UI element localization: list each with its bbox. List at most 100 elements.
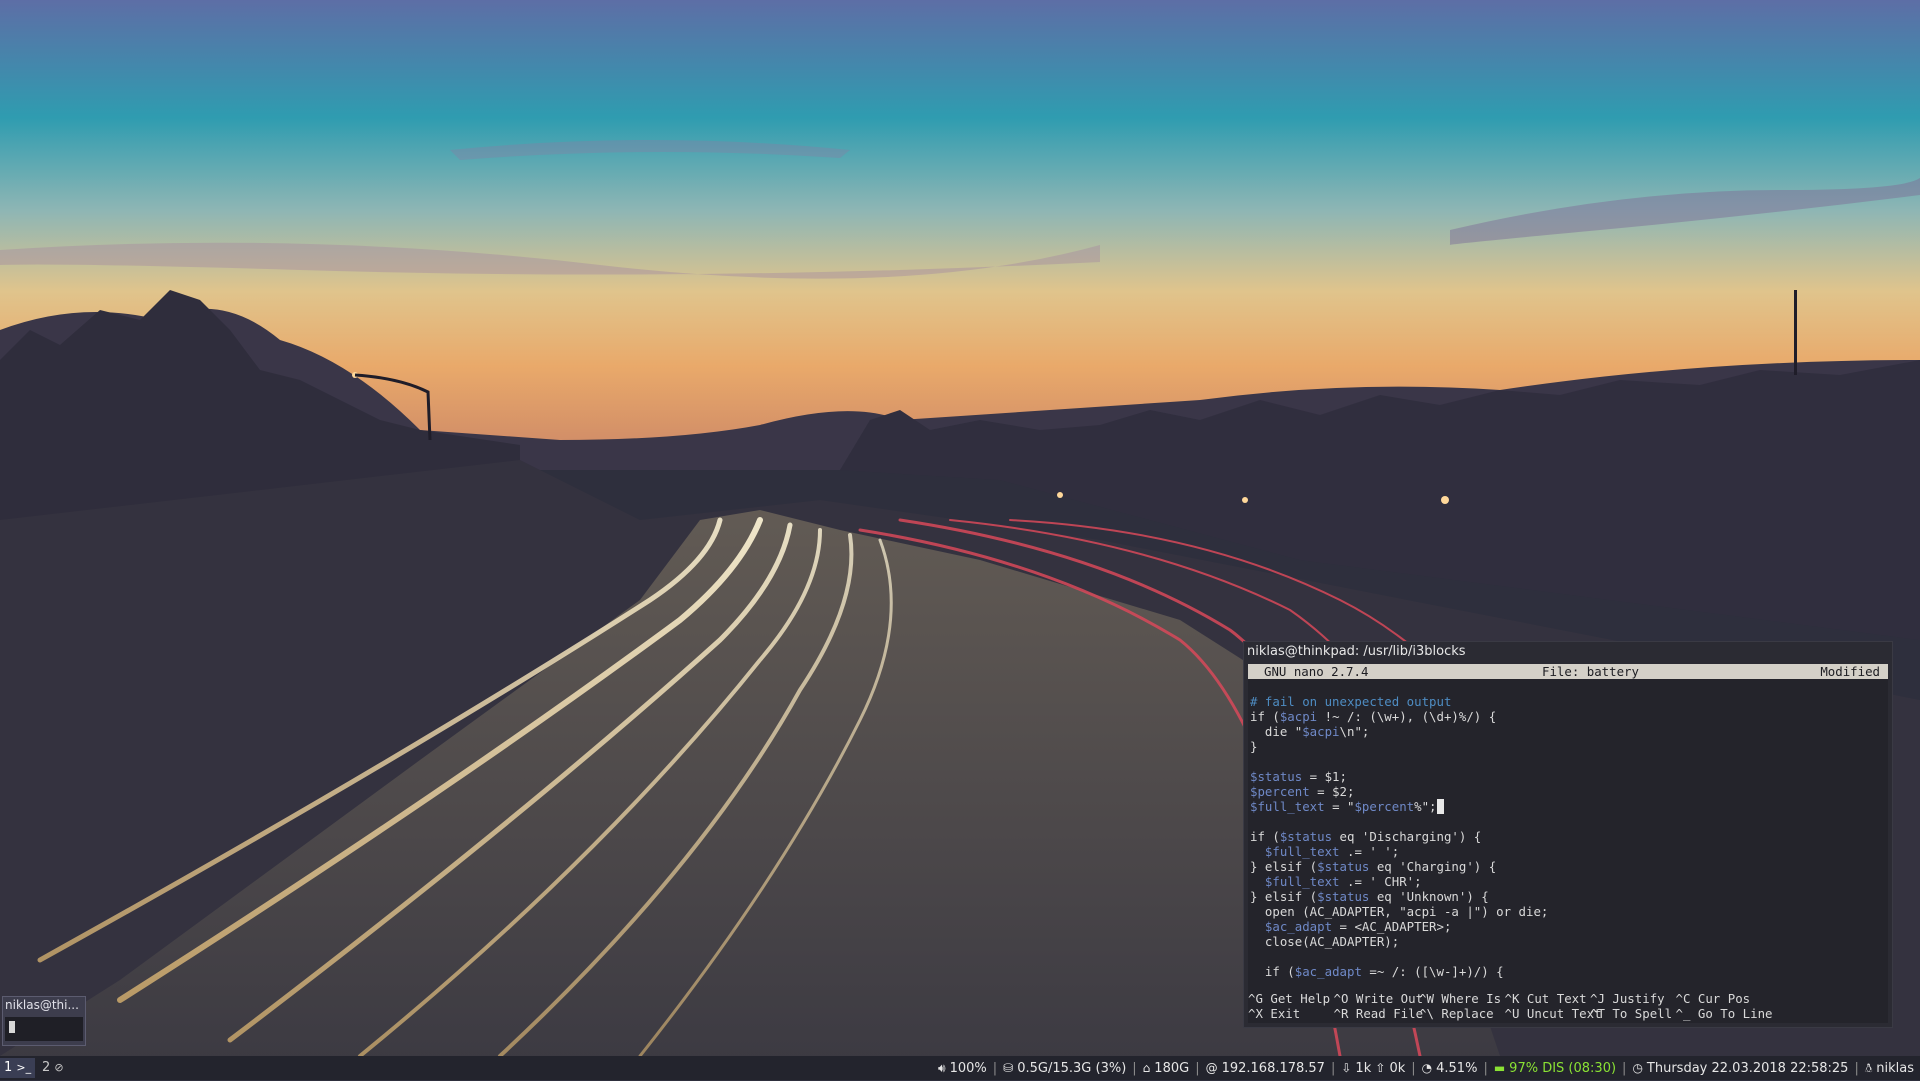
separator: | bbox=[992, 1061, 998, 1076]
code-line: $ac_adapt = <AC_ADAPTER>; bbox=[1264, 919, 1452, 934]
memory-value: 0.5G/15.3G (3%) bbox=[1017, 1061, 1127, 1076]
shortcut-item: ^J Justify bbox=[1590, 991, 1665, 1006]
battery-icon: ▬ bbox=[1493, 1061, 1506, 1075]
mini-terminal-window[interactable]: niklas@thi... bbox=[2, 996, 86, 1046]
shortcut-label: Where Is bbox=[1441, 991, 1502, 1006]
dashboard-icon: ◔ bbox=[1421, 1061, 1433, 1075]
code-line: $percent = $2; bbox=[1250, 784, 1355, 799]
memory-icon: ⛁ bbox=[1003, 1061, 1014, 1075]
upload-value: 0k bbox=[1389, 1061, 1406, 1076]
disk-block: ⌂ 180G bbox=[1143, 1056, 1190, 1081]
memory-block: ⛁ 0.5G/15.3G (3%) bbox=[1003, 1056, 1126, 1081]
ip-block: @192.168.178.57 bbox=[1206, 1056, 1325, 1081]
workspace-number: 2 bbox=[42, 1060, 51, 1075]
code-line: if ($ac_adapt =~ /: ([\w-]+)/) { bbox=[1250, 964, 1504, 979]
text-cursor bbox=[1436, 799, 1444, 814]
cpu-block: ◔ 4.51% bbox=[1422, 1056, 1478, 1081]
ip-value: 192.168.178.57 bbox=[1221, 1061, 1325, 1076]
shortcut-key: ^_ bbox=[1675, 1006, 1691, 1021]
shortcut-key: ^\ bbox=[1419, 1006, 1434, 1021]
code-line: $full_text .= ' '; bbox=[1264, 844, 1400, 859]
shortcut-key: ^W bbox=[1419, 991, 1434, 1006]
shortcut-item: ^W Where Is bbox=[1419, 991, 1501, 1006]
download-value: 1k bbox=[1355, 1061, 1372, 1076]
shortcut-key: ^C bbox=[1675, 991, 1691, 1006]
shortcut-label: Exit bbox=[1270, 1006, 1301, 1021]
separator: | bbox=[1411, 1061, 1416, 1076]
shortcut-label: Read File bbox=[1355, 1006, 1424, 1021]
at-icon: @ bbox=[1205, 1061, 1218, 1075]
shortcut-label: Cur Pos bbox=[1697, 991, 1751, 1006]
datetime-block[interactable]: ◷ Thursday 22.03.2018 22:58:25 bbox=[1632, 1056, 1848, 1081]
nano-shortcut-bar: ^G Get Help ^O Write Out ^W Where Is ^K Cut… bbox=[1248, 991, 1888, 1023]
nano-modified-flag: Modified bbox=[1820, 664, 1880, 679]
user-block: 🐧︎ niklas bbox=[1865, 1056, 1914, 1081]
nano-file-label: File: battery bbox=[1542, 664, 1639, 679]
code-line: if ($acpi !~ /: (\w+), (\d+)%/) { bbox=[1250, 709, 1497, 724]
code-line: if ($status eq 'Discharging') { bbox=[1250, 829, 1482, 844]
terminal-title: niklas@thinkpad: /usr/lib/i3blocks bbox=[1244, 642, 1892, 662]
separator: | bbox=[1330, 1061, 1336, 1076]
terminal-window[interactable]: niklas@thinkpad: /usr/lib/i3blocks GNU n… bbox=[1243, 641, 1893, 1028]
clock-icon: ◷ bbox=[1632, 1061, 1643, 1075]
code-line: close(AC_ADAPTER); bbox=[1250, 934, 1400, 949]
shortcut-label: Get Help bbox=[1270, 991, 1331, 1006]
shortcut-item: ^T To Spell bbox=[1590, 1006, 1672, 1021]
shortcut-label: Replace bbox=[1441, 1006, 1494, 1021]
shortcut-key: ^J bbox=[1590, 991, 1605, 1006]
nano-header: GNU nano 2.7.4 File: battery Modified bbox=[1248, 664, 1888, 679]
separator: | bbox=[1622, 1061, 1627, 1076]
shortcut-item: ^X Exit bbox=[1248, 1006, 1300, 1021]
linux-icon: 🐧︎ bbox=[1864, 1061, 1873, 1075]
shortcut-key: ^R bbox=[1333, 1006, 1349, 1021]
code-area[interactable]: # fail on unexpected output if ($acpi !~ … bbox=[1250, 694, 1888, 979]
nano-version: GNU nano 2.7.4 bbox=[1264, 664, 1369, 679]
workspace-1-button[interactable]: 1 >_ bbox=[0, 1058, 36, 1078]
shortcut-label: Go To Line bbox=[1697, 1006, 1773, 1021]
workspace-2-button[interactable]: 2 ⊘ bbox=[38, 1058, 68, 1078]
disk-value: 180G bbox=[1154, 1061, 1190, 1076]
code-line: $full_text = "$percent%"; bbox=[1250, 799, 1888, 814]
shortcut-label: Cut Text bbox=[1526, 991, 1587, 1006]
shortcut-item: ^O Write Out bbox=[1334, 991, 1424, 1006]
nano-editor[interactable]: GNU nano 2.7.4 File: battery Modified # … bbox=[1248, 664, 1888, 1023]
shortcut-item: ^_ Go To Line bbox=[1676, 1006, 1773, 1021]
battery-block: ▬ 97% DIS (08:30) bbox=[1494, 1056, 1616, 1081]
text-cursor bbox=[9, 1021, 15, 1033]
code-line: open (AC_ADAPTER, "acpi -a |") or die; bbox=[1250, 904, 1549, 919]
code-line: $status = $1; bbox=[1250, 769, 1347, 784]
shortcut-item: ^U Uncut Text bbox=[1505, 1006, 1602, 1021]
mini-terminal-title: niklas@thi... bbox=[5, 998, 79, 1012]
bandwidth-block: ⇩ 1k ⇧ 0k bbox=[1341, 1056, 1405, 1081]
shortcut-item: ^\ Replace bbox=[1419, 1006, 1494, 1021]
cpu-value: 4.51% bbox=[1436, 1061, 1478, 1076]
separator: | bbox=[1854, 1061, 1859, 1076]
volume-block[interactable]: 🔊︎ 100% bbox=[938, 1056, 987, 1081]
mini-terminal-body[interactable] bbox=[5, 1017, 83, 1041]
compass-icon: ⊘ bbox=[54, 1061, 64, 1074]
code-line: } elsif ($status eq 'Unknown') { bbox=[1250, 889, 1489, 904]
i3blocks-status: 🔊︎ 100% | ⛁ 0.5G/15.3G (3%) | ⌂ 180G | @192.168.1… bbox=[938, 1056, 1914, 1080]
separator: | bbox=[1132, 1061, 1137, 1076]
shortcut-key: ^X bbox=[1248, 1006, 1263, 1021]
shortcut-label: Write Out bbox=[1355, 991, 1424, 1006]
code-line: $full_text .= ' CHR'; bbox=[1264, 874, 1422, 889]
terminal-icon: >_ bbox=[16, 1061, 32, 1074]
shortcut-item: ^K Cut Text bbox=[1505, 991, 1587, 1006]
volume-value: 100% bbox=[949, 1061, 987, 1076]
code-line: } elsif ($status eq 'Charging') { bbox=[1250, 859, 1497, 874]
shortcut-key: ^T bbox=[1590, 1006, 1605, 1021]
shortcut-key: ^K bbox=[1504, 991, 1520, 1006]
code-line: } bbox=[1250, 739, 1258, 754]
shortcut-key: ^G bbox=[1248, 991, 1263, 1006]
shortcut-key: ^U bbox=[1504, 1006, 1520, 1021]
separator: | bbox=[1483, 1061, 1488, 1076]
status-bar: 1 >_ 2 ⊘ 🔊︎ 100% | ⛁ 0.5G/15.3G (3%) | ⌂ 180G | @… bbox=[0, 1056, 1920, 1080]
shortcut-item: ^R Read File bbox=[1334, 1006, 1424, 1021]
shortcut-key: ^O bbox=[1333, 991, 1349, 1006]
shortcut-label: Justify bbox=[1612, 991, 1665, 1006]
download-icon: ⇩ bbox=[1341, 1061, 1352, 1075]
